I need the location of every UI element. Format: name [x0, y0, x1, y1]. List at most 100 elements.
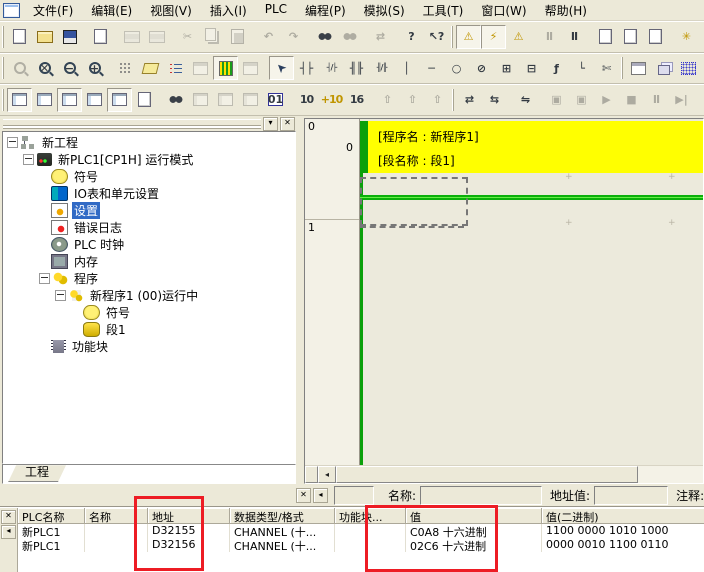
watch-cell[interactable]: D32156: [148, 538, 230, 552]
sim-stop-button[interactable]: ■: [619, 88, 644, 112]
send-changes-button[interactable]: [618, 25, 643, 49]
scroll-thumb[interactable]: [336, 466, 638, 483]
zoom-tool-button[interactable]: [7, 56, 32, 80]
tree-item-10[interactable]: 符号: [3, 304, 295, 321]
watch-col-header-4[interactable]: 功能块...: [335, 508, 406, 524]
work-online-button[interactable]: ⚡: [481, 25, 506, 49]
watch-cell[interactable]: 1100 0000 1010 1000: [542, 524, 704, 538]
watch-col-header-2[interactable]: 地址: [148, 508, 230, 524]
menu-item-4[interactable]: PLC: [256, 0, 296, 21]
sim-step-in-button[interactable]: ↧: [694, 88, 704, 112]
watch-cell[interactable]: D32155: [148, 524, 230, 538]
save-button[interactable]: [57, 25, 82, 49]
pause-monitor-button[interactable]: Ⅱ: [537, 25, 562, 49]
monitor-hex-button[interactable]: 16: [344, 88, 369, 112]
new-or-closed-contact-button[interactable]: ╢/╟: [369, 56, 394, 80]
watch-cell[interactable]: [85, 524, 148, 538]
new-fb-invocation-button[interactable]: ⊟: [519, 56, 544, 80]
name-input[interactable]: [420, 486, 542, 505]
watch-col-header-5[interactable]: 值: [406, 508, 542, 524]
copy-button[interactable]: [200, 25, 225, 49]
tree-item-5[interactable]: 错误日志: [3, 219, 295, 236]
menu-item-3[interactable]: 插入(I): [201, 0, 256, 21]
tree-item-7[interactable]: 内存: [3, 253, 295, 270]
ladder-grid[interactable]: [程序名 : 新程序1] [段名称 : 段1] + + + +: [360, 119, 703, 466]
online-edit-button[interactable]: [593, 25, 618, 49]
new-button[interactable]: [7, 25, 32, 49]
force-on-button[interactable]: ⇧: [375, 88, 400, 112]
retrieve-program-button[interactable]: [213, 88, 238, 112]
io-comment-button[interactable]: 01: [263, 88, 288, 112]
open-button[interactable]: [32, 25, 57, 49]
work-online-simulator-button[interactable]: ▣: [544, 88, 569, 112]
rung-0-margin[interactable]: 0 0: [305, 119, 359, 220]
force-off-button[interactable]: ⇧: [400, 88, 425, 112]
context-help-button[interactable]: ↖?: [424, 25, 449, 49]
new-closed-contact-button[interactable]: ┤/├: [319, 56, 344, 80]
zoom-out-button[interactable]: −: [57, 56, 82, 80]
tree-expand-box[interactable]: [39, 273, 50, 284]
zoom-in-button[interactable]: +: [82, 56, 107, 80]
right-bus-bar-button[interactable]: [238, 56, 263, 80]
vertical-splitter[interactable]: [296, 116, 304, 485]
print-preview-button[interactable]: [144, 25, 169, 49]
watch-cell[interactable]: [85, 538, 148, 552]
zoom-to-fit-button[interactable]: ✕: [32, 56, 57, 80]
monitor-signed-decimal-button[interactable]: +10: [319, 88, 344, 112]
new-instruction-button[interactable]: ⊞: [494, 56, 519, 80]
online-edit-reflect-button[interactable]: [188, 88, 213, 112]
force-cancel-button[interactable]: ⇧: [425, 88, 450, 112]
new-or-contact-button[interactable]: ╢╟: [344, 56, 369, 80]
tree-item-3[interactable]: IO表和单元设置: [3, 185, 295, 202]
ladder-window-icon[interactable]: [3, 3, 20, 18]
find-button[interactable]: [312, 25, 337, 49]
tree-expand-box[interactable]: [55, 290, 66, 301]
watch-cell[interactable]: 新PLC1: [18, 524, 85, 538]
tree-item-12[interactable]: 功能块: [3, 338, 295, 355]
view-diagram-button[interactable]: [88, 25, 113, 49]
watch-cell[interactable]: 02C6 十六进制: [406, 538, 542, 552]
tree-item-4[interactable]: 设置: [3, 202, 295, 219]
toggle-project-window-button[interactable]: [7, 88, 32, 112]
tree-expand-box[interactable]: [23, 154, 34, 165]
online-edit-begin-button[interactable]: ✳: [674, 25, 699, 49]
pause-button[interactable]: Ⅱ: [562, 25, 587, 49]
watch-cell[interactable]: [335, 538, 406, 552]
scroll-left-button[interactable]: ◂: [318, 466, 336, 483]
tree-item-2[interactable]: 符号: [3, 168, 295, 185]
watch-cell[interactable]: [335, 524, 406, 538]
vertical-line-button[interactable]: │: [394, 56, 419, 80]
print-button[interactable]: [119, 25, 144, 49]
address-symbol-display-button[interactable]: [163, 56, 188, 80]
sim-pause-button[interactable]: Ⅱ: [644, 88, 669, 112]
watch-cell[interactable]: CHANNEL (十...: [230, 524, 335, 538]
paste-button[interactable]: [225, 25, 250, 49]
new-fb-parameter-button[interactable]: ƒ: [544, 56, 569, 80]
tree-expand-box[interactable]: [7, 137, 18, 148]
toggle-output-window-button[interactable]: [32, 88, 57, 112]
line-remove-button[interactable]: ✄: [594, 56, 619, 80]
time-chart-monitor-button[interactable]: [676, 56, 701, 80]
ladder-backdrop-button[interactable]: [213, 56, 238, 80]
monitor-display-button[interactable]: [188, 56, 213, 80]
menu-item-8[interactable]: 窗口(W): [472, 0, 535, 21]
horizontal-line-button[interactable]: ─: [419, 56, 444, 80]
transfer-to-plc-button[interactable]: ⇄: [457, 88, 482, 112]
cross-reference-button[interactable]: [82, 88, 107, 112]
watch-cell[interactable]: C0A8 十六进制: [406, 524, 542, 538]
menu-item-9[interactable]: 帮助(H): [536, 0, 596, 21]
online-edit-release-button[interactable]: ✳: [699, 25, 704, 49]
watch-cell[interactable]: CHANNEL (十...: [230, 538, 335, 552]
replace-button[interactable]: [337, 25, 362, 49]
new-contact-button[interactable]: ┤├: [294, 56, 319, 80]
watch-col-header-1[interactable]: 名称: [85, 508, 148, 524]
watch-col-header-6[interactable]: 值(二进制): [542, 508, 704, 524]
menu-item-0[interactable]: 文件(F): [24, 0, 82, 21]
monitor-decimal-button[interactable]: 10: [294, 88, 319, 112]
menu-item-5[interactable]: 编程(P): [296, 0, 355, 21]
watch-close-button[interactable]: ✕: [1, 510, 16, 524]
differential-monitor-button[interactable]: [626, 56, 651, 80]
transfer-from-plc-button[interactable]: ⇆: [482, 88, 507, 112]
watch-col-header-3[interactable]: 数据类型/格式: [230, 508, 335, 524]
select-mode-button[interactable]: ➤: [269, 56, 294, 80]
